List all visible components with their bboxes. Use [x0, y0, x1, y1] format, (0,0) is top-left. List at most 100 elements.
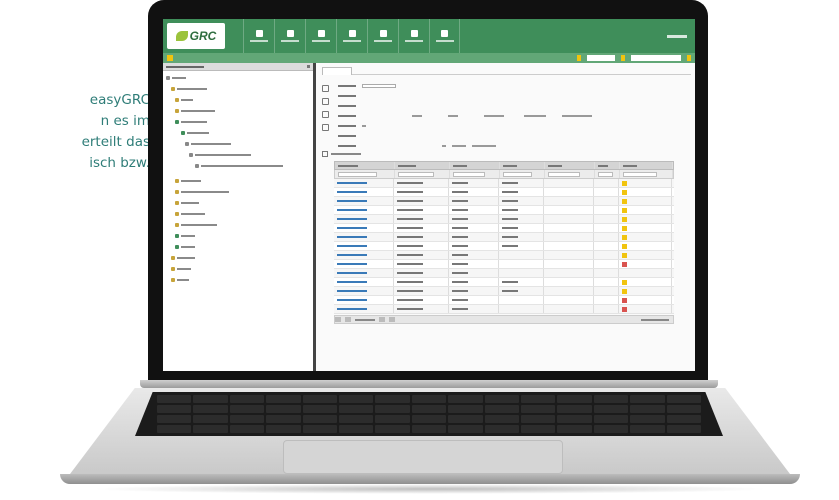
nav-users[interactable]	[274, 19, 305, 53]
form-toolbar	[322, 79, 332, 147]
filter-input[interactable]	[548, 171, 581, 177]
tree-node[interactable]	[163, 176, 313, 185]
person-icon	[348, 30, 356, 37]
tree-node[interactable]	[163, 117, 313, 126]
nav-person[interactable]	[336, 19, 367, 53]
folder-icon	[171, 266, 175, 271]
tree-node[interactable]	[163, 275, 313, 284]
tree-panel	[163, 63, 316, 371]
status-flag	[622, 216, 627, 222]
table-row[interactable]	[334, 269, 674, 278]
table-row[interactable]	[334, 233, 674, 242]
tree-node[interactable]	[163, 73, 313, 82]
tree-node[interactable]	[163, 231, 313, 240]
status-flag	[622, 243, 627, 249]
table-row[interactable]	[334, 197, 674, 206]
edit-icon[interactable]	[322, 98, 329, 105]
file-icon	[185, 141, 189, 146]
tree-node[interactable]	[163, 95, 313, 104]
toolbar-search-input[interactable]	[631, 55, 681, 61]
table-row[interactable]	[334, 242, 674, 251]
tree-node[interactable]	[163, 264, 313, 273]
marketing-line: erteilt das	[81, 134, 150, 150]
tree-node[interactable]	[163, 209, 313, 218]
tree-node[interactable]	[163, 253, 313, 262]
table-row[interactable]	[334, 206, 674, 215]
file-icon	[189, 152, 193, 157]
tree-node[interactable]	[163, 128, 313, 137]
pagination-info	[641, 318, 669, 321]
next-page-button[interactable]	[379, 317, 385, 322]
folder-icon	[175, 119, 179, 124]
status-flag	[622, 180, 627, 186]
status-flag	[622, 279, 627, 285]
table-row[interactable]	[334, 215, 674, 224]
copy-icon[interactable]	[322, 111, 329, 118]
filter-input[interactable]	[338, 171, 378, 177]
nav-home[interactable]	[243, 19, 274, 53]
table-row[interactable]	[334, 260, 674, 269]
filter-input[interactable]	[623, 171, 658, 177]
status-flag	[622, 252, 627, 258]
table-row[interactable]	[334, 278, 674, 287]
folder-icon	[181, 130, 185, 135]
tree-node[interactable]	[163, 187, 313, 196]
filter-input[interactable]	[453, 171, 486, 177]
table-row[interactable]	[334, 305, 674, 314]
tree-node[interactable]	[163, 198, 313, 207]
nav-grid[interactable]	[305, 19, 336, 53]
logo-text: GRC	[189, 29, 217, 43]
form-field[interactable]	[362, 83, 396, 88]
section-header	[322, 151, 691, 157]
status-flag	[622, 288, 627, 294]
file-icon	[195, 163, 199, 168]
nav-dashboard[interactable]	[429, 19, 460, 53]
user-menu[interactable]	[667, 34, 687, 38]
status-flag	[622, 261, 627, 267]
marketing-text: easyGRC n es im erteilt das isch bzw.	[0, 90, 150, 174]
folder-icon	[175, 178, 179, 183]
table-row[interactable]	[334, 188, 674, 197]
close-icon[interactable]	[307, 65, 310, 68]
table-row[interactable]	[334, 287, 674, 296]
easygrc-logo[interactable]: GRC	[167, 23, 225, 49]
marketing-line: n es im	[100, 113, 150, 129]
table-row[interactable]	[334, 251, 674, 260]
nav-lock[interactable]	[398, 19, 429, 53]
table-row[interactable]	[334, 224, 674, 233]
filter-input[interactable]	[398, 171, 434, 177]
folder-icon	[166, 75, 170, 80]
dashboard-icon	[441, 30, 448, 37]
tree-node[interactable]	[163, 161, 313, 170]
status-flag	[622, 207, 627, 213]
tree-node[interactable]	[163, 106, 313, 115]
tree-node[interactable]	[163, 150, 313, 159]
tree-node[interactable]	[163, 139, 313, 148]
app-header: GRC	[163, 19, 695, 53]
table-row[interactable]	[334, 179, 674, 188]
laptop-screen: GRC	[163, 19, 695, 371]
tree-node[interactable]	[163, 220, 313, 229]
filter-input[interactable]	[598, 171, 613, 177]
folder-icon	[175, 200, 179, 205]
lock-icon	[410, 30, 418, 37]
folder-icon	[175, 244, 179, 249]
save-icon[interactable]	[322, 85, 329, 92]
toolbar-select[interactable]	[587, 55, 615, 61]
tab-active[interactable]	[322, 67, 352, 75]
home-icon	[255, 30, 263, 37]
first-page-button[interactable]	[335, 317, 341, 322]
toolbar-marker	[577, 55, 581, 61]
toolbar-marker	[621, 55, 625, 61]
tree-node[interactable]	[163, 242, 313, 251]
nav-chart[interactable]	[367, 19, 398, 53]
table-row[interactable]	[334, 296, 674, 305]
prev-page-button[interactable]	[345, 317, 351, 322]
folder-icon	[175, 222, 179, 227]
tree-node[interactable]	[163, 84, 313, 93]
status-flag	[622, 225, 627, 231]
folder-icon	[175, 211, 179, 216]
delete-icon[interactable]	[322, 124, 329, 131]
filter-input[interactable]	[503, 171, 532, 177]
last-page-button[interactable]	[389, 317, 395, 322]
